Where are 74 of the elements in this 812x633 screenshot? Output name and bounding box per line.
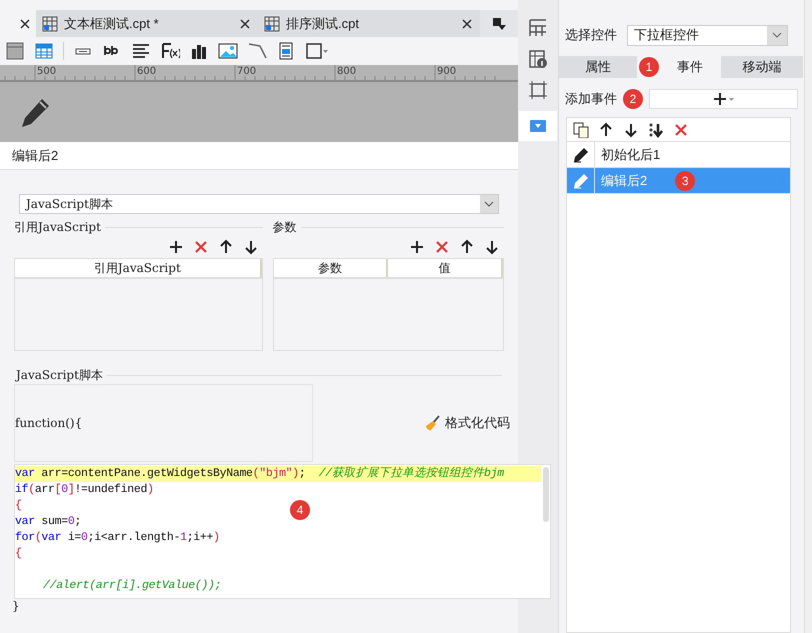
dialog-title: 编辑后2	[12, 146, 58, 165]
column-header: 引用JavaScript	[15, 259, 262, 277]
move-up-icon[interactable]	[598, 122, 614, 138]
pencil-icon	[572, 172, 588, 188]
script-type-dropdown[interactable]: JavaScript脚本	[19, 194, 499, 214]
section-title: 参数	[272, 219, 297, 236]
line-icon[interactable]	[247, 41, 267, 61]
code-line: var sum=0;	[15, 514, 82, 530]
ruler-label: 500	[37, 65, 56, 79]
pencil-icon	[572, 146, 588, 162]
column-header: 参数	[274, 259, 388, 277]
code-line: for(var i=0;i<arr.length-1;i++)	[15, 530, 220, 546]
tab-menu-icon[interactable]	[491, 16, 507, 32]
closing-brace: }	[12, 599, 20, 613]
close-tab-button[interactable]	[460, 16, 474, 30]
close-icon	[18, 16, 32, 30]
code-editor[interactable]: var arr=contentPane.getWidgetsByName("bjm"); //获取扩展下拉单选按钮组控件bjm if(arr[0]!=undefined) { var sum=0; for(var i=0;i<arr.length-1;i++) { //alert(arr[i].getValue()); 4	[14, 464, 551, 599]
border-icon[interactable]	[305, 41, 329, 61]
report-file-icon	[264, 16, 280, 32]
event-item[interactable]: 初始化后1	[567, 142, 790, 168]
annotation-badge: 2	[623, 89, 643, 109]
move-up-icon[interactable]	[218, 239, 234, 255]
section-title: JavaScript脚本	[16, 367, 103, 384]
move-down-icon[interactable]	[623, 122, 639, 138]
chevron-down-icon	[484, 201, 494, 207]
format-code-button[interactable]: 格式化代码	[425, 413, 510, 433]
formula-icon[interactable]	[160, 41, 180, 61]
ruler-label: 900	[437, 65, 456, 79]
code-line: if(arr[0]!=undefined)	[15, 482, 154, 498]
image-icon[interactable]	[218, 41, 238, 61]
layout-icon[interactable]	[5, 41, 25, 61]
ruler-label: 600	[137, 65, 156, 79]
code-line: //alert(arr[i].getValue());	[42, 578, 222, 594]
move-up-icon[interactable]	[459, 239, 475, 255]
function-signature: function(){	[15, 415, 82, 432]
close-icon	[460, 16, 474, 30]
delete-icon[interactable]	[434, 239, 450, 255]
code-line: {	[15, 546, 23, 562]
close-tab-button[interactable]	[18, 16, 32, 30]
frame-icon[interactable]	[528, 80, 548, 100]
field-label: 添加事件	[565, 90, 617, 108]
event-item[interactable]: 编辑后2 3	[567, 168, 790, 194]
pencil-icon	[20, 96, 52, 128]
ruler-label: 700	[237, 65, 256, 79]
code-line: {	[15, 498, 23, 514]
close-tab-button[interactable]	[238, 16, 252, 30]
widget-select[interactable]: 下拉框控件	[627, 24, 788, 46]
widget-info-icon[interactable]	[528, 49, 548, 69]
delete-icon[interactable]	[673, 122, 689, 138]
copy-icon[interactable]	[573, 122, 589, 138]
table-icon[interactable]	[34, 41, 54, 61]
move-down-icon[interactable]	[242, 239, 259, 255]
delete-icon[interactable]	[192, 239, 209, 255]
scrollbar-thumb[interactable]	[542, 467, 548, 522]
broom-icon	[425, 415, 441, 431]
annotation-badge: 3	[675, 170, 696, 190]
field-label: 选择控件	[565, 26, 617, 44]
plus-icon	[712, 91, 734, 107]
add-icon[interactable]	[168, 239, 184, 255]
close-icon	[238, 16, 252, 30]
move-to-bottom-icon[interactable]	[648, 122, 664, 138]
report-file-icon	[42, 16, 58, 32]
section-title: 引用JavaScript	[14, 219, 101, 236]
dropdown-widget-icon[interactable]	[530, 120, 546, 132]
ruler-label: 800	[337, 65, 356, 79]
panel-tab[interactable]: 移动端	[721, 56, 803, 78]
move-down-icon[interactable]	[484, 239, 500, 255]
align-icon[interactable]	[131, 41, 151, 61]
grid-layout-icon[interactable]	[528, 18, 548, 38]
add-icon[interactable]	[409, 239, 425, 255]
annotation-badge: 1	[639, 57, 659, 77]
annotation-badge: 4	[290, 500, 310, 520]
column-header: 值	[388, 259, 503, 277]
panel-tab[interactable]: 属性	[559, 56, 637, 78]
